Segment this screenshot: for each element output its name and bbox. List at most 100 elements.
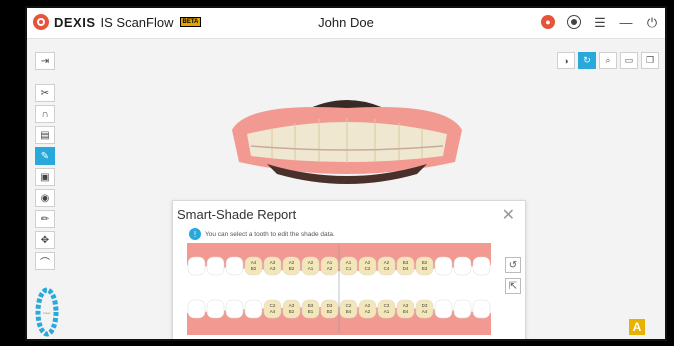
lower-shade-label: C2 [346, 303, 352, 308]
lower-tooth[interactable] [434, 299, 453, 319]
upper-tooth[interactable] [187, 256, 206, 276]
lower-shade-label: C3 [384, 303, 390, 308]
minimize-icon[interactable]: — [619, 15, 633, 29]
scan-status-icon[interactable]: ● [541, 15, 555, 29]
lower-shade-label: A4 [422, 309, 428, 314]
upper-shade-label: D4 [403, 266, 409, 271]
info-icon: ! [189, 228, 201, 240]
lower-tooth[interactable] [244, 299, 263, 319]
upper-shade-label: A1 [346, 260, 352, 265]
document-button[interactable]: ▤ [35, 126, 55, 144]
lower-shade-label: C2 [270, 303, 276, 308]
layers-icon: ❐ [645, 55, 655, 65]
rotate-icon: ↻ [583, 55, 591, 65]
arch-button[interactable]: ∩ [35, 105, 55, 123]
pen-button[interactable]: ✏ [35, 210, 55, 228]
smart-shade-report-panel: Smart-Shade Report ✕ ! You can select a … [172, 200, 526, 339]
contrast-button[interactable]: ◑ [557, 52, 575, 69]
lower-shade-label: A2 [365, 309, 371, 314]
reset-button[interactable]: ↺ [505, 257, 521, 273]
upper-tooth[interactable] [206, 256, 225, 276]
upper-tooth[interactable] [434, 256, 453, 276]
pen-icon: ✏ [40, 213, 50, 225]
upper-shade-label: A3 [270, 260, 276, 265]
upper-shade-label: B2 [289, 266, 295, 271]
lower-shade-label: D3 [327, 303, 333, 308]
upper-shade-label: A2 [308, 260, 314, 265]
lower-tooth[interactable] [206, 299, 225, 319]
camera-button[interactable]: ▣ [35, 168, 55, 186]
status-badge[interactable]: A [629, 319, 645, 335]
layers-button[interactable]: ❐ [641, 52, 659, 69]
contrast-icon: ◑ [563, 55, 569, 66]
upper-tooth[interactable] [225, 256, 244, 276]
record-icon[interactable] [567, 15, 581, 29]
upper-shade-label: C4 [384, 266, 390, 271]
shade-tooth-chart[interactable]: A4B2A3A3A2B2A2A1A1A2A1C1A2C2A2C4B3D4B2B3… [185, 243, 493, 335]
lower-shade-label: B3 [308, 303, 314, 308]
upper-shade-label: A2 [365, 260, 371, 265]
camera-icon: ▣ [40, 171, 50, 183]
menu-icon[interactable]: ☰ [593, 15, 607, 29]
lower-shade-label: B4 [346, 309, 352, 314]
trim-icon: ✂ [40, 87, 50, 99]
upper-shade-label: A2 [327, 266, 333, 271]
lower-shade-label: A3 [403, 303, 409, 308]
color-button[interactable]: ◉ [35, 189, 55, 207]
upper-shade-label: A2 [289, 260, 295, 265]
move-icon: ✥ [40, 234, 50, 246]
lower-shade-label: D3 [422, 303, 428, 308]
lower-tooth[interactable] [472, 299, 491, 319]
upper-tooth[interactable] [453, 256, 472, 276]
info-message: ! You can select a tooth to edit the sha… [189, 228, 335, 240]
lower-shade-label: B2 [327, 309, 333, 314]
upper-shade-label: C1 [346, 266, 352, 271]
smart-shade-button[interactable]: ✎ [35, 147, 55, 165]
report-side-actions: ↺ ⇱ [505, 257, 521, 299]
color-icon: ◉ [40, 192, 50, 204]
upper-shade-label: A4 [251, 260, 257, 265]
upper-shade-label: B2 [422, 260, 428, 265]
dental-scan-3d-model[interactable] [227, 90, 467, 200]
lower-tooth[interactable] [187, 299, 206, 319]
arch-icon: ∩ [41, 108, 49, 120]
power-icon[interactable]: ⏻ [645, 15, 659, 29]
upper-shade-label: C2 [365, 266, 371, 271]
info-text: You can select a tooth to edit the shade… [205, 230, 335, 238]
sign-out-icon: ⇥ [40, 55, 50, 67]
lower-tooth[interactable] [225, 299, 244, 319]
upper-tooth[interactable] [472, 256, 491, 276]
curve-button[interactable]: ⌒ [35, 252, 55, 270]
export-icon: ⇱ [508, 280, 518, 292]
title-bar: DEXIS IS ScanFlow BETA John Doe ● ☰ — ⏻ [27, 8, 665, 39]
upper-shade-label: B3 [422, 266, 428, 271]
window-controls: ● ☰ — ⏻ [541, 15, 659, 29]
view-toolbar: ◑ ↻ ⌕ ▭ ❐ [557, 52, 659, 69]
lower-shade-label: A1 [384, 309, 390, 314]
lower-tooth[interactable] [453, 299, 472, 319]
smart-shade-icon: ✎ [40, 150, 50, 162]
upper-shade-label: B2 [251, 266, 257, 271]
box-icon: ▭ [624, 55, 634, 65]
zoom-button[interactable]: ⌕ [599, 52, 617, 69]
lower-shade-label: A2 [365, 303, 371, 308]
box-button[interactable]: ▭ [620, 52, 638, 69]
sign-out-button[interactable]: ⇥ [35, 52, 55, 70]
left-toolbar: ⇥ ✂ ∩ ▤ ✎ ▣ ◉ ✏ ✥ ⌒ [35, 52, 57, 273]
lower-shade-label: A4 [270, 309, 276, 314]
close-icon[interactable]: ✕ [502, 205, 515, 225]
lower-shade-label: B2 [289, 309, 295, 314]
lower-shade-label: B1 [308, 309, 314, 314]
lower-shade-label: A3 [289, 303, 295, 308]
export-button[interactable]: ⇱ [505, 278, 521, 294]
zoom-icon: ⌕ [605, 55, 611, 65]
jaw-arch-icon[interactable]: lower [35, 286, 59, 338]
reset-icon: ↺ [508, 259, 518, 271]
move-button[interactable]: ✥ [35, 231, 55, 249]
upper-shade-label: A3 [270, 266, 276, 271]
rotate-button[interactable]: ↻ [578, 52, 596, 69]
upper-shade-label: B3 [403, 260, 409, 265]
lower-shade-label: B4 [403, 309, 409, 314]
trim-button[interactable]: ✂ [35, 84, 55, 102]
upper-shade-label: A1 [327, 260, 333, 265]
